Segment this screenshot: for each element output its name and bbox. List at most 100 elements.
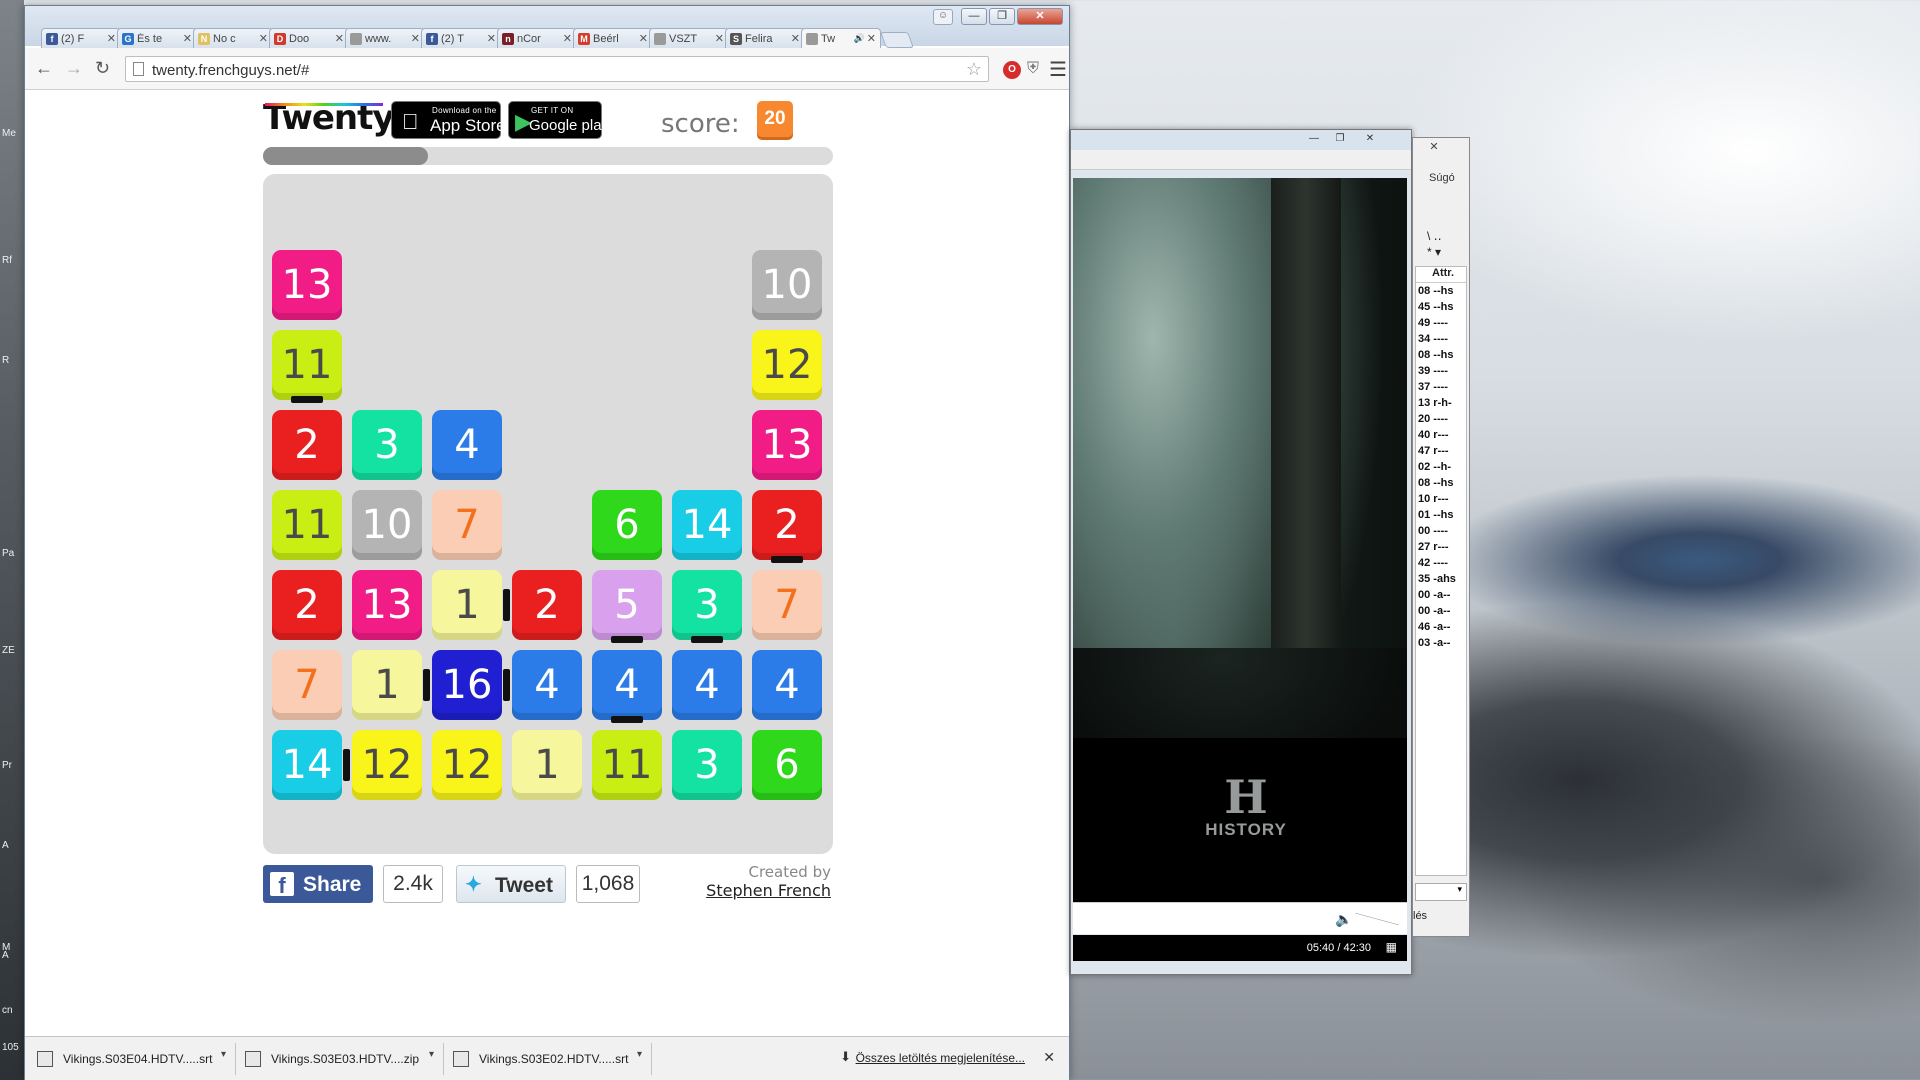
desktop-icon-label[interactable]: Pr — [2, 760, 12, 771]
list-item[interactable]: 47 r--- — [1416, 443, 1466, 459]
download-options-icon[interactable]: ▾ — [637, 1049, 642, 1060]
download-item[interactable]: Vikings.S03E03.HDTV....zip — [245, 1043, 419, 1075]
close-button[interactable]: ✕ — [1017, 8, 1063, 25]
list-item[interactable]: 00 -a-- — [1416, 603, 1466, 619]
desktop-icon-label[interactable]: ZE — [2, 645, 15, 656]
column-header-attr[interactable]: Attr. — [1416, 267, 1466, 283]
tile[interactable]: 1 — [432, 570, 502, 640]
tile[interactable]: 16 — [432, 650, 502, 720]
tile[interactable]: 2 — [512, 570, 582, 640]
tile[interactable]: 4 — [512, 650, 582, 720]
tile[interactable]: 3 — [672, 730, 742, 800]
tile[interactable]: 7 — [752, 570, 822, 640]
tile[interactable]: 13 — [272, 250, 342, 320]
player-restore-button[interactable]: ❐ — [1329, 132, 1351, 146]
tile[interactable]: 13 — [352, 570, 422, 640]
list-item[interactable]: 08 --hs — [1416, 347, 1466, 363]
tile[interactable]: 3 — [672, 570, 742, 640]
tile[interactable]: 12 — [352, 730, 422, 800]
tile[interactable]: 2 — [272, 570, 342, 640]
adblock-extension-icon[interactable]: O — [1003, 61, 1021, 79]
close-shelf-icon[interactable]: ✕ — [1043, 1049, 1055, 1066]
list-item[interactable]: 45 --hs — [1416, 299, 1466, 315]
close-tab-icon[interactable]: ✕ — [107, 32, 116, 45]
new-tab-button[interactable] — [880, 32, 914, 48]
tile[interactable]: 7 — [272, 650, 342, 720]
list-item[interactable]: 42 ---- — [1416, 555, 1466, 571]
tile[interactable]: 10 — [352, 490, 422, 560]
tile[interactable]: 6 — [592, 490, 662, 560]
tile[interactable]: 4 — [752, 650, 822, 720]
tab-0[interactable]: f (2) F ✕ — [41, 28, 121, 48]
close-tab-icon[interactable]: ✕ — [259, 32, 268, 45]
tile[interactable]: 12 — [432, 730, 502, 800]
desktop-icon-label[interactable]: Pa — [2, 548, 14, 559]
close-tab-icon[interactable]: ✕ — [335, 32, 344, 45]
list-item[interactable]: 39 ---- — [1416, 363, 1466, 379]
tab-10[interactable]: Tw 🔊 ✕ — [801, 28, 881, 48]
list-item[interactable]: 20 ---- — [1416, 411, 1466, 427]
tab-6[interactable]: n nCor ✕ — [497, 28, 577, 48]
list-item[interactable]: 08 --hs — [1416, 283, 1466, 299]
menu-help[interactable]: Súgó — [1429, 172, 1455, 184]
volume-slider[interactable] — [1355, 913, 1399, 925]
minimize-button[interactable]: — — [961, 8, 987, 25]
desktop-icon-label[interactable]: 105 — [2, 1042, 19, 1053]
tab-5[interactable]: f (2) T ✕ — [421, 28, 501, 48]
download-item[interactable]: Vikings.S03E02.HDTV.....srt — [453, 1043, 628, 1075]
tile[interactable]: 11 — [592, 730, 662, 800]
profile-button[interactable]: ☺ — [933, 9, 953, 25]
tile[interactable]: 4 — [672, 650, 742, 720]
desktop-icon-label[interactable]: Rf — [2, 255, 12, 266]
subtitle-list[interactable]: Attr. 08 --hs 45 --hs 49 ---- 34 ---- 08 --h… — [1415, 266, 1467, 876]
close-tab-icon[interactable]: ✕ — [183, 32, 192, 45]
list-item[interactable]: 40 r--- — [1416, 427, 1466, 443]
maximize-button[interactable]: ❐ — [989, 8, 1015, 25]
desktop-icon-label[interactable]: A — [2, 840, 9, 851]
video-frame[interactable]: H HISTORY — [1073, 178, 1407, 904]
close-tab-icon[interactable]: ✕ — [487, 32, 496, 45]
tab-7[interactable]: M Beérl ✕ — [573, 28, 653, 48]
tile[interactable]: 5 — [592, 570, 662, 640]
download-options-icon[interactable]: ▾ — [429, 1049, 434, 1060]
list-item[interactable]: 03 -a-- — [1416, 635, 1466, 651]
desktop-icon-label[interactable]: cn — [2, 1005, 13, 1016]
close-tab-icon[interactable]: ✕ — [791, 32, 800, 45]
tile[interactable]: 10 — [752, 250, 822, 320]
desktop-icon-label[interactable]: R — [2, 355, 9, 366]
tile[interactable]: 2 — [752, 490, 822, 560]
tab-8[interactable]: VSZT ✕ — [649, 28, 729, 48]
desktop-icon-label[interactable]: M — [2, 942, 10, 953]
tab-9[interactable]: S Felira ✕ — [725, 28, 805, 48]
fullscreen-icon[interactable]: ▦ — [1386, 940, 1397, 954]
facebook-share-button[interactable]: f Share — [263, 865, 373, 903]
tile[interactable]: 7 — [432, 490, 502, 560]
list-item[interactable]: 00 ---- — [1416, 523, 1466, 539]
desktop-icon-label[interactable]: Me — [2, 128, 16, 139]
player-minimize-button[interactable]: — — [1303, 132, 1325, 146]
tile[interactable]: 13 — [752, 410, 822, 480]
list-item[interactable]: 37 ---- — [1416, 379, 1466, 395]
tile[interactable]: 3 — [352, 410, 422, 480]
tile[interactable]: 1 — [512, 730, 582, 800]
close-tab-icon[interactable]: ✕ — [715, 32, 724, 45]
forward-arrow-icon[interactable]: → — [65, 59, 83, 77]
chrome-menu-icon[interactable]: ☰ — [1049, 57, 1067, 82]
tab-2[interactable]: N No c ✕ — [193, 28, 273, 48]
reload-icon[interactable]: ↻ — [95, 59, 110, 77]
tile[interactable]: 2 — [272, 410, 342, 480]
author-link[interactable]: Stephen French — [706, 881, 831, 900]
tile[interactable]: 11 — [272, 330, 342, 400]
close-tab-icon[interactable]: ✕ — [867, 32, 876, 45]
list-item[interactable]: 35 -ahs — [1416, 571, 1466, 587]
bookmark-star-icon[interactable]: ☆ — [966, 59, 982, 80]
list-item[interactable]: 27 r--- — [1416, 539, 1466, 555]
tab-1[interactable]: G És te ✕ — [117, 28, 197, 48]
tweet-button[interactable]: ✦ Tweet — [456, 865, 566, 903]
tab-3[interactable]: D Doo ✕ — [269, 28, 349, 48]
address-bar[interactable]: twenty.frenchguys.net/# ☆ — [125, 56, 989, 82]
show-all-downloads-link[interactable]: Összes letöltés megjelenítése... — [856, 1051, 1025, 1065]
tile[interactable]: 14 — [272, 730, 342, 800]
tile[interactable]: 1 — [352, 650, 422, 720]
list-item[interactable]: 46 -a-- — [1416, 619, 1466, 635]
